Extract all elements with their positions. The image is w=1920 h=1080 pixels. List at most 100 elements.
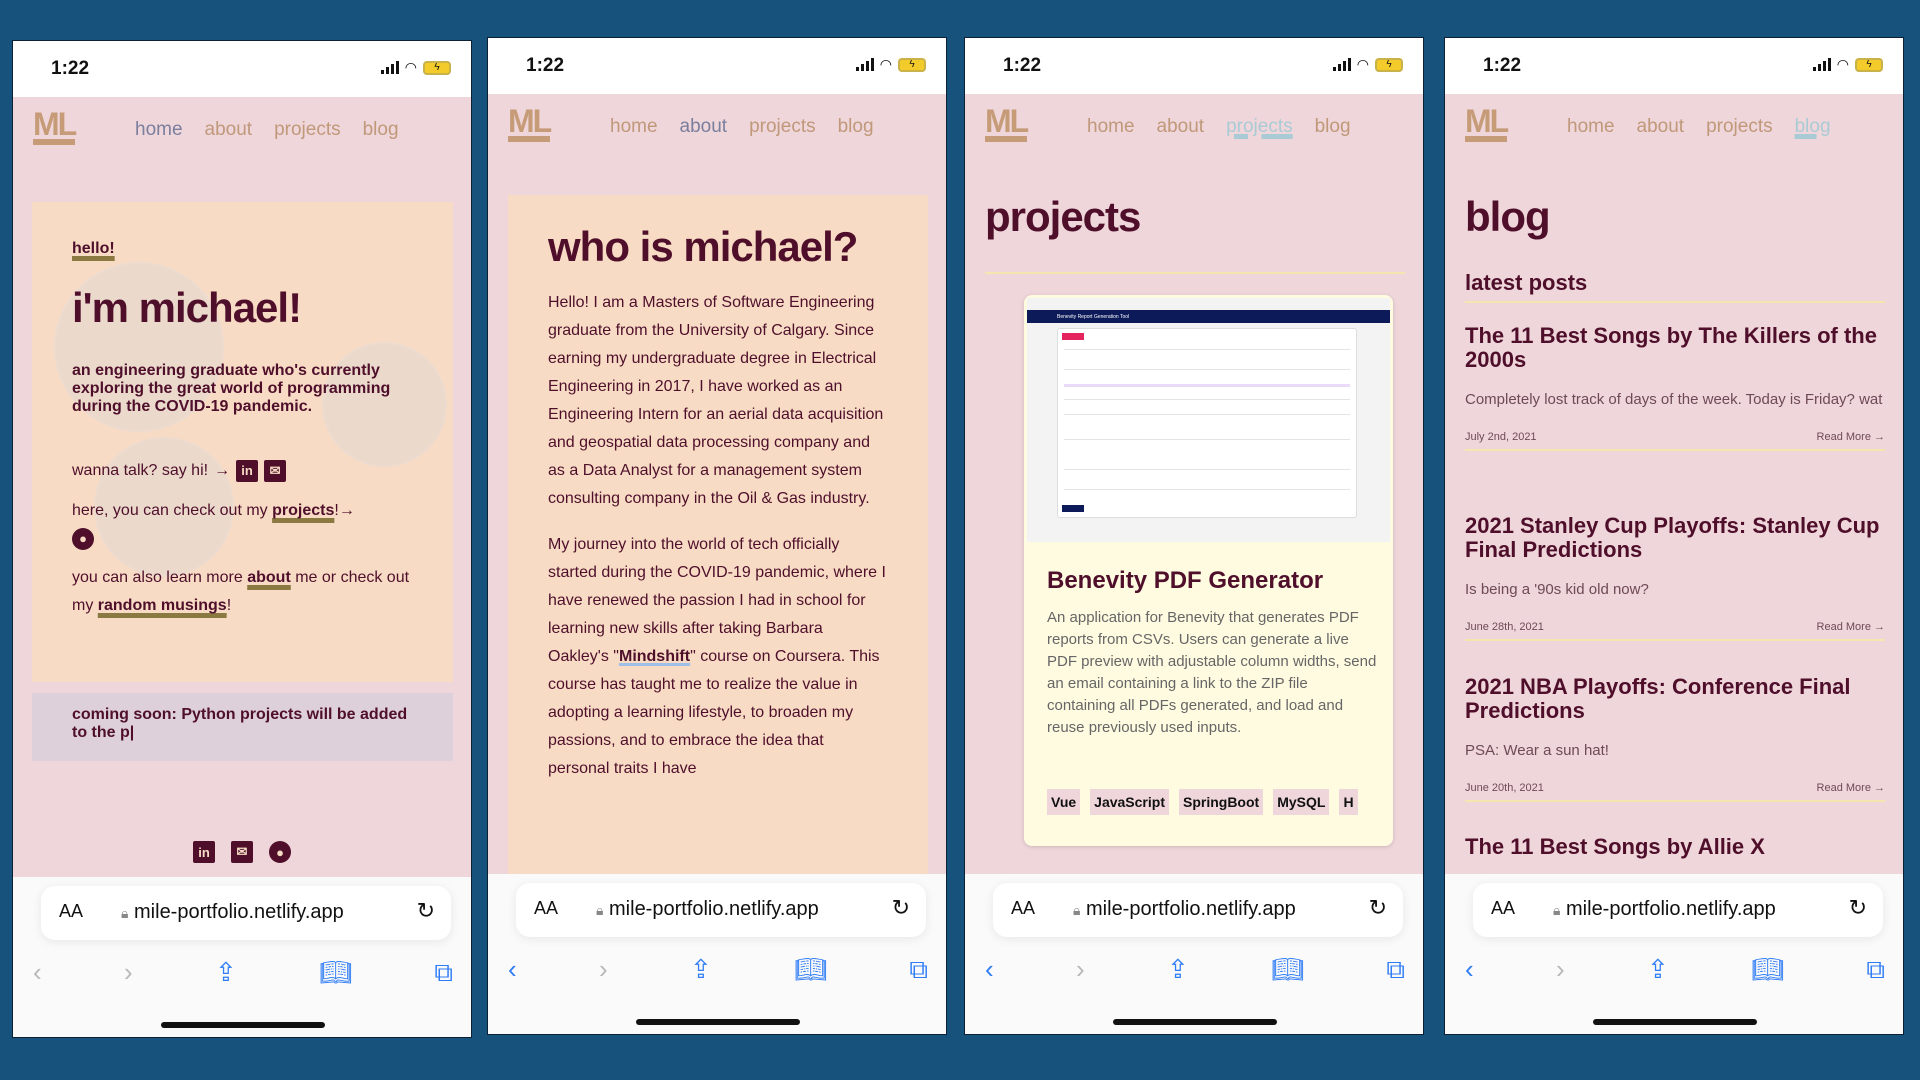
project-card[interactable]: Benevity Report Generation Tool Benevity… — [1024, 295, 1393, 846]
bookmarks-icon[interactable]: 📖︎ — [794, 954, 827, 986]
learn-line: you can also learn more about me or chec… — [72, 564, 412, 620]
talk-text: wanna talk? say hi! — [72, 462, 209, 479]
status-time: 1:22 — [51, 58, 90, 79]
post-date: July 2nd, 2021 — [1465, 431, 1537, 443]
reload-icon[interactable]: ↻ — [1369, 895, 1387, 921]
forward-icon[interactable]: › — [1076, 954, 1085, 986]
latest-posts-heading: latest posts — [1465, 270, 1588, 295]
tabs-icon[interactable]: ⧉ — [1386, 954, 1405, 986]
logo[interactable]: ML — [985, 105, 1029, 142]
github-icon[interactable]: ● — [72, 528, 94, 550]
linkedin-icon[interactable]: in — [236, 460, 259, 482]
tag: H — [1339, 789, 1358, 815]
reader-settings-button[interactable]: AA — [59, 901, 83, 922]
back-icon[interactable]: ‹ — [33, 957, 42, 989]
post-date: June 28th, 2021 — [1465, 621, 1544, 633]
reader-settings-button[interactable]: AA — [1491, 898, 1515, 919]
blog-post[interactable]: 2021 NBA Playoffs: Conference Final Pred… — [1465, 675, 1885, 802]
address-bar[interactable]: AA 🔒︎ mile-portfolio.netlify.app ↻ — [993, 883, 1403, 937]
nav-about[interactable]: about — [205, 119, 253, 141]
forward-icon[interactable]: › — [124, 957, 133, 989]
projects-link[interactable]: projects — [272, 502, 334, 519]
status-bar: 1:22 ◠ ϟ — [13, 41, 471, 97]
nav-links: home about projects blog — [610, 116, 874, 138]
musings-link[interactable]: random musings — [98, 597, 227, 614]
reader-settings-button[interactable]: AA — [1011, 898, 1035, 919]
reload-icon[interactable]: ↻ — [417, 898, 435, 924]
arrow-right-icon: → — [214, 462, 231, 479]
safari-toolbar: AA 🔒︎ mile-portfolio.netlify.app ↻ ‹ › ⇪… — [13, 877, 471, 1037]
logo[interactable]: ML — [33, 108, 77, 145]
screenshot-row — [1064, 439, 1350, 440]
tabs-icon[interactable]: ⧉ — [909, 954, 928, 986]
back-icon[interactable]: ‹ — [1465, 954, 1474, 986]
post-title[interactable]: The 11 Best Songs by The Killers of the … — [1465, 324, 1885, 372]
nav-about[interactable]: about — [680, 116, 728, 138]
exclaim: ! — [226, 597, 232, 614]
back-icon[interactable]: ‹ — [985, 954, 994, 986]
share-icon[interactable]: ⇪ — [690, 954, 712, 986]
linkedin-icon[interactable]: in — [193, 841, 215, 863]
nav-blog[interactable]: blog — [1315, 116, 1351, 138]
battery-charging-icon: ϟ — [1855, 57, 1883, 72]
status-icons: ◠ ϟ — [1812, 56, 1883, 73]
tabs-icon[interactable]: ⧉ — [1866, 954, 1885, 986]
address-bar[interactable]: AA 🔒︎ mile-portfolio.netlify.app ↻ — [1473, 883, 1883, 937]
nav-projects[interactable]: projects — [1226, 116, 1293, 138]
share-icon[interactable]: ⇪ — [215, 957, 237, 989]
nav-projects[interactable]: projects — [274, 119, 341, 141]
nav-blog[interactable]: blog — [363, 119, 399, 141]
nav-home[interactable]: home — [1087, 116, 1135, 138]
url-text: 🔒︎ mile-portfolio.netlify.app — [1553, 898, 1776, 921]
signal-icon — [1332, 58, 1351, 71]
reload-icon[interactable]: ↻ — [1849, 895, 1867, 921]
screenshot-row — [1064, 414, 1350, 415]
nav-projects[interactable]: projects — [1706, 116, 1773, 138]
bookmarks-icon[interactable]: 📖︎ — [1271, 954, 1304, 986]
post-title[interactable]: The 11 Best Songs by Allie X — [1465, 835, 1885, 859]
phone-blog: blog latest posts The 11 Best Songs by T… — [1444, 37, 1904, 1035]
nav-projects[interactable]: projects — [749, 116, 816, 138]
divider — [1465, 301, 1885, 303]
nav-blog[interactable]: blog — [1795, 116, 1831, 138]
reader-settings-button[interactable]: AA — [534, 898, 558, 919]
read-more-link[interactable]: Read More → — [1817, 431, 1885, 443]
nav-about[interactable]: about — [1157, 116, 1205, 138]
github-icon[interactable]: ● — [269, 841, 291, 863]
email-icon[interactable]: ✉ — [231, 841, 253, 863]
projects-title: projects — [985, 193, 1141, 240]
nav-blog[interactable]: blog — [838, 116, 874, 138]
address-bar[interactable]: AA 🔒︎ mile-portfolio.netlify.app ↻ — [41, 886, 451, 940]
email-icon[interactable]: ✉ — [264, 460, 287, 482]
nav-home[interactable]: home — [610, 116, 658, 138]
forward-icon[interactable]: › — [599, 954, 608, 986]
blog-post[interactable]: The 11 Best Songs by Allie X — [1465, 835, 1885, 859]
logo[interactable]: ML — [508, 105, 552, 142]
blog-post[interactable]: 2021 Stanley Cup Playoffs: Stanley Cup F… — [1465, 514, 1885, 641]
blog-post[interactable]: The 11 Best Songs by The Killers of the … — [1465, 324, 1885, 451]
mindshift-link[interactable]: Mindshift — [619, 648, 690, 665]
read-more-link[interactable]: Read More → — [1817, 621, 1885, 633]
back-icon[interactable]: ‹ — [508, 954, 517, 986]
reload-icon[interactable]: ↻ — [892, 895, 910, 921]
address-bar[interactable]: AA 🔒︎ mile-portfolio.netlify.app ↻ — [516, 883, 926, 937]
nav-about[interactable]: about — [1637, 116, 1685, 138]
post-excerpt: Completely lost track of days of the wee… — [1465, 391, 1883, 408]
coming-soon-banner: coming soon: Python projects will be add… — [32, 693, 453, 761]
nav-home[interactable]: home — [135, 119, 183, 141]
nav-home[interactable]: home — [1567, 116, 1615, 138]
tag: JavaScript — [1090, 789, 1169, 815]
nav-links: home about projects blog — [135, 119, 399, 141]
about-link[interactable]: about — [247, 569, 291, 586]
forward-icon[interactable]: › — [1556, 954, 1565, 986]
bookmarks-icon[interactable]: 📖︎ — [319, 957, 352, 989]
tabs-icon[interactable]: ⧉ — [434, 957, 453, 989]
about-text: My journey into the world of tech offici… — [548, 536, 886, 665]
logo[interactable]: ML — [1465, 105, 1509, 142]
share-icon[interactable]: ⇪ — [1167, 954, 1189, 986]
share-icon[interactable]: ⇪ — [1647, 954, 1669, 986]
read-more-link[interactable]: Read More → — [1817, 782, 1885, 794]
post-title[interactable]: 2021 Stanley Cup Playoffs: Stanley Cup F… — [1465, 514, 1885, 562]
post-title[interactable]: 2021 NBA Playoffs: Conference Final Pred… — [1465, 675, 1885, 723]
bookmarks-icon[interactable]: 📖︎ — [1751, 954, 1784, 986]
